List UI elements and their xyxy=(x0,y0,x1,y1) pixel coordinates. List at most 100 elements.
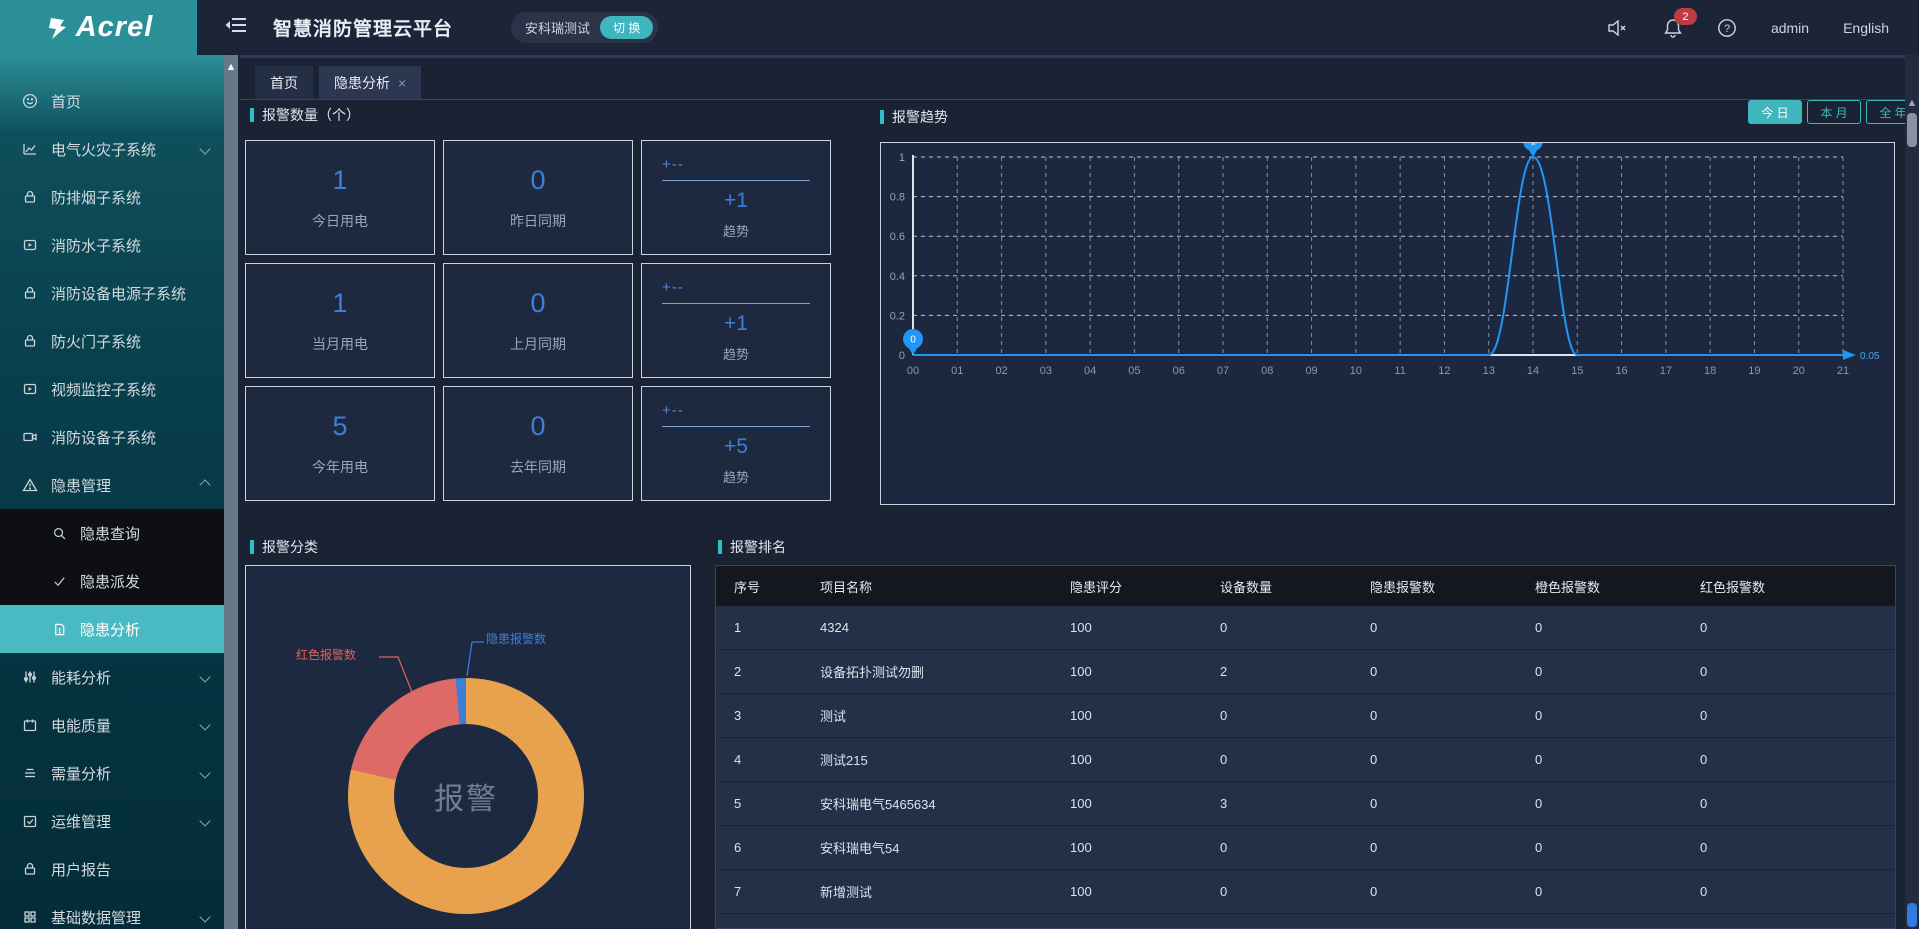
table-row[interactable]: 6安科瑞电气541000000 xyxy=(716,826,1895,870)
trend-delta: +1 xyxy=(662,312,810,336)
donut-label-red-alarms: 红色报警数 xyxy=(296,646,356,663)
chevron-up-icon xyxy=(199,479,210,490)
table-cell: 0 xyxy=(1682,796,1895,811)
project-name: 安科瑞测试 xyxy=(525,18,590,37)
scrollbar-thumb[interactable] xyxy=(1907,113,1917,147)
donut-label-hazard-alarms: 隐患报警数 xyxy=(486,630,546,647)
switch-project-button[interactable]: 切 换 xyxy=(600,16,653,39)
panel-title-text: 报警排名 xyxy=(730,537,786,557)
sliders-icon xyxy=(22,669,38,685)
smile-icon xyxy=(22,93,38,109)
camera-icon xyxy=(22,429,38,445)
table-row[interactable]: 5安科瑞电气54656341003000 xyxy=(716,782,1895,826)
table-cell: 0 xyxy=(1202,884,1352,899)
stat-card-last-month: 0 上月同期 xyxy=(443,263,633,378)
calendar-check-icon xyxy=(22,813,38,829)
sidebar-item-smoke-control[interactable]: 防排烟子系统 xyxy=(0,173,224,221)
range-button-month[interactable]: 本 月 xyxy=(1807,100,1861,124)
svg-text:16: 16 xyxy=(1615,365,1627,377)
table-row[interactable]: 2设备拓扑测试勿删1002000 xyxy=(716,650,1895,694)
sidebar-item-hazard-dispatch[interactable]: 隐患派发 xyxy=(0,557,224,605)
stat-card-year-trend: +-- +5 趋势 xyxy=(641,386,831,501)
donut-chart[interactable]: 报警 xyxy=(348,678,584,914)
svg-text:17: 17 xyxy=(1660,365,1672,377)
sidebar-item-hazard-query[interactable]: 隐患查询 xyxy=(0,509,224,557)
username[interactable]: admin xyxy=(1771,20,1809,36)
sidebar-item-demand-analysis[interactable]: 需量分析 xyxy=(0,749,224,797)
svg-text:09: 09 xyxy=(1305,365,1317,377)
sidebar-item-fire-power[interactable]: 消防设备电源子系统 xyxy=(0,269,224,317)
svg-text:08: 08 xyxy=(1261,365,1273,377)
title-accent-bar xyxy=(250,108,254,122)
svg-text:?: ? xyxy=(1724,23,1730,35)
svg-text:06: 06 xyxy=(1173,365,1185,377)
table-row[interactable]: 3测试1000000 xyxy=(716,694,1895,738)
table-cell: 100 xyxy=(1052,620,1202,635)
column-header: 橙色报警数 xyxy=(1517,577,1682,596)
page-scrollbar[interactable]: ▲ xyxy=(1905,55,1919,929)
table-cell: 100 xyxy=(1052,752,1202,767)
svg-text:14: 14 xyxy=(1527,365,1539,377)
sidebar-item-label: 电能质量 xyxy=(51,715,111,736)
svg-text:20: 20 xyxy=(1793,365,1805,377)
sidebar-item-electrical-fire[interactable]: 电气火灾子系统 xyxy=(0,125,224,173)
language-switch[interactable]: English xyxy=(1843,20,1889,36)
mute-button[interactable] xyxy=(1607,18,1629,38)
scrollbar-up-arrow-icon[interactable]: ▲ xyxy=(224,61,238,73)
tab-home[interactable]: 首页 xyxy=(255,66,313,99)
sidebar-item-video-monitor[interactable]: 视频监控子系统 xyxy=(0,365,224,413)
trend-label: 趋势 xyxy=(662,467,810,486)
sidebar-item-hazard-analysis[interactable]: 隐患分析 xyxy=(0,605,224,653)
stat-card-year: 5 今年用电 xyxy=(245,386,435,501)
sidebar: 首页 电气火灾子系统 防排烟子系统 消防水子系统 消防设备电源子系统 防 xyxy=(0,55,224,929)
sidebar-item-fire-water[interactable]: 消防水子系统 xyxy=(0,221,224,269)
sidebar-item-label: 隐患分析 xyxy=(80,619,140,640)
scrollbar-thumb-blue[interactable] xyxy=(1907,903,1917,927)
tab-bar: 首页 隐患分析 × xyxy=(240,58,1905,100)
sidebar-item-label: 隐患管理 xyxy=(51,475,111,496)
range-button-today[interactable]: 今 日 xyxy=(1748,100,1802,124)
table-cell: 0 xyxy=(1352,708,1517,723)
video-play-icon xyxy=(22,237,38,253)
search-icon xyxy=(52,526,67,541)
sidebar-item-fire-equipment[interactable]: 消防设备子系统 xyxy=(0,413,224,461)
table-cell: 测试215 xyxy=(802,750,1052,769)
table-cell: 0 xyxy=(1202,840,1352,855)
svg-text:05: 05 xyxy=(1128,365,1140,377)
sidebar-item-hazard-management[interactable]: 隐患管理 xyxy=(0,461,224,509)
sidebar-item-power-quality[interactable]: 电能质量 xyxy=(0,701,224,749)
sidebar-item-user-report[interactable]: 用户报告 xyxy=(0,845,224,893)
title-accent-bar xyxy=(718,540,722,554)
sidebar-item-fire-door[interactable]: 防火门子系统 xyxy=(0,317,224,365)
svg-text:03: 03 xyxy=(1040,365,1052,377)
alarm-trend-chart-panel: 00.20.40.60.8100010203040506070809101112… xyxy=(880,142,1895,505)
panel-title-text: 报警趋势 xyxy=(892,107,948,127)
sidebar-item-label: 隐患查询 xyxy=(80,523,140,544)
svg-text:15: 15 xyxy=(1571,365,1583,377)
sidebar-item-energy-analysis[interactable]: 能耗分析 xyxy=(0,653,224,701)
sidebar-item-label: 用户报告 xyxy=(51,859,111,880)
sidebar-item-label: 能耗分析 xyxy=(51,667,111,688)
alarm-category-panel: 报警 红色报警数 隐患报警数 xyxy=(245,565,691,929)
notification-badge: 2 xyxy=(1674,8,1697,25)
help-button[interactable]: ? xyxy=(1717,18,1737,38)
table-row[interactable]: 4测试2151000000 xyxy=(716,738,1895,782)
sidebar-item-base-data[interactable]: 基础数据管理 xyxy=(0,893,224,929)
table-row[interactable]: 7新增测试1000000 xyxy=(716,870,1895,914)
table-cell: 0 xyxy=(1352,796,1517,811)
sidebar-item-home[interactable]: 首页 xyxy=(0,77,224,125)
sidebar-scrollbar[interactable]: ▲ xyxy=(224,55,238,929)
sidebar-item-ops-management[interactable]: 运维管理 xyxy=(0,797,224,845)
close-tab-icon[interactable]: × xyxy=(398,75,406,91)
sidebar-item-label: 消防水子系统 xyxy=(51,235,141,256)
sidebar-collapse-button[interactable] xyxy=(225,16,247,39)
notifications-button[interactable]: 2 xyxy=(1663,17,1683,38)
tab-label: 首页 xyxy=(270,73,298,93)
scrollbar-up-arrow-icon[interactable]: ▲ xyxy=(1905,97,1919,109)
svg-text:0: 0 xyxy=(910,335,916,346)
calendar-icon xyxy=(22,717,38,733)
table-row[interactable]: 143241000000 xyxy=(716,606,1895,650)
tab-hazard-analysis[interactable]: 隐患分析 × xyxy=(319,66,421,99)
svg-text:1: 1 xyxy=(1530,143,1536,148)
table-cell: 0 xyxy=(1202,752,1352,767)
